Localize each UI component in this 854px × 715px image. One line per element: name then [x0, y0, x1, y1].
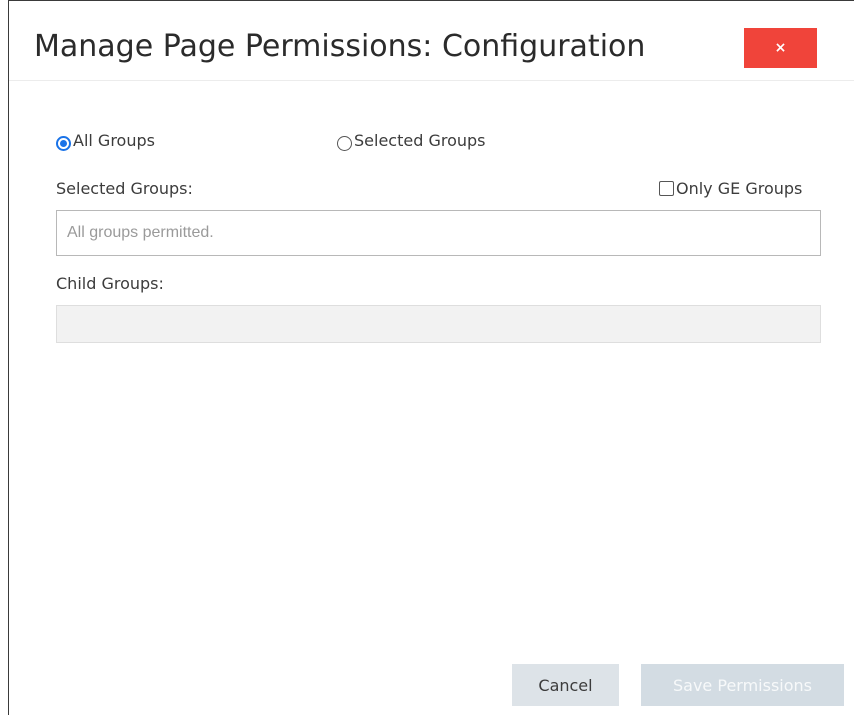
radio-all-groups-button[interactable] [56, 136, 71, 151]
save-permissions-button[interactable]: Save Permissions [641, 664, 844, 706]
selected-groups-label: Selected Groups: [56, 179, 193, 198]
permissions-dialog: Manage Page Permissions: Configuration ×… [8, 0, 854, 715]
radio-all-groups-label: All Groups [73, 131, 155, 150]
radio-selected-groups-button[interactable] [337, 136, 352, 151]
radio-selected-groups-label: Selected Groups [354, 131, 486, 150]
cancel-button[interactable]: Cancel [512, 664, 619, 706]
radio-selected-groups[interactable]: Selected Groups [337, 130, 486, 151]
child-groups-field [56, 305, 821, 343]
only-ge-groups-label: Only GE Groups [676, 179, 803, 198]
close-button[interactable]: × [744, 28, 817, 68]
dialog-header: Manage Page Permissions: Configuration × [9, 1, 854, 81]
dialog-title: Manage Page Permissions: Configuration [34, 29, 646, 64]
only-ge-groups-option[interactable]: Only GE Groups [659, 179, 802, 198]
child-groups-label: Child Groups: [56, 274, 164, 293]
selected-groups-input[interactable] [56, 210, 821, 256]
only-ge-groups-checkbox[interactable] [659, 181, 674, 196]
radio-all-groups[interactable]: All Groups [56, 130, 155, 151]
close-icon: × [774, 40, 787, 56]
